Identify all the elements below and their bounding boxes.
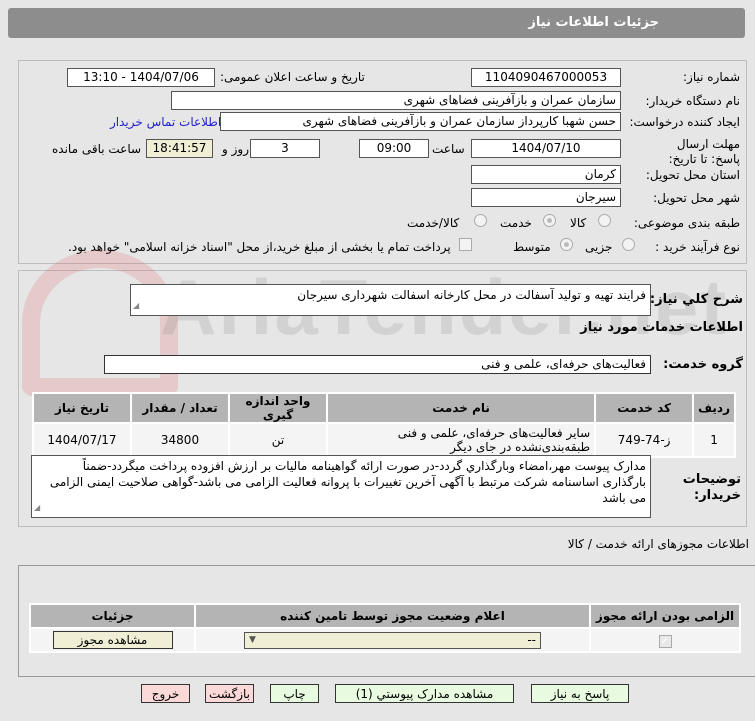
notes-textarea[interactable]: مدارک پیوست مهر،امضاء وبارگذاري گردد-در …: [31, 455, 651, 518]
mandatory-cell: ✓: [591, 629, 739, 651]
permit-status-select[interactable]: -- ▼: [244, 631, 541, 649]
category-radio-goods[interactable]: [598, 214, 611, 227]
col-qty: تعداد / مقدار: [132, 394, 228, 422]
cell-qty: 34800: [132, 424, 228, 456]
print-button[interactable]: چاپ: [270, 684, 319, 703]
province-label: استان محل تحویل:: [645, 168, 740, 182]
deadline-label: مهلت ارسال پاسخ: تا تاریخ:: [668, 137, 740, 166]
treasury-payment-checkbox[interactable]: [459, 238, 472, 251]
process-option-minor: جزیی: [585, 240, 613, 254]
resize-grip-icon[interactable]: ◢: [34, 500, 40, 516]
time-label: ساعت: [432, 142, 465, 156]
col-code: کد خدمت: [596, 394, 693, 422]
cell-row: 1: [694, 424, 734, 456]
page-title: جزئیات اطلاعات نیاز: [528, 15, 659, 30]
buyer-field[interactable]: سازمان عمران و بازآفرینی فضاهای شهری: [171, 91, 621, 110]
summary-label: شرح کلي نياز:: [649, 292, 743, 307]
col-details: جزئیات: [31, 605, 194, 627]
watermark-logo-icon: [22, 250, 178, 396]
buyer-label: نام دستگاه خریدار:: [645, 94, 741, 108]
status-cell: -- ▼: [196, 629, 589, 651]
notes-text: مدارک پیوست مهر،امضاء وبارگذاري گردد-در …: [49, 459, 646, 505]
summary-text: فرایند تهیه و تولید آسفالت در محل کارخان…: [297, 288, 646, 302]
mandatory-checkbox[interactable]: ✓: [658, 634, 672, 648]
creator-label: ایجاد کننده درخواست:: [629, 115, 740, 129]
process-label: نوع فرآیند خرید :: [655, 240, 740, 254]
category-option-service: خدمت: [500, 216, 532, 230]
details-cell: مشاهده مجوز: [31, 629, 194, 651]
announce-label: تاریخ و ساعت اعلان عمومی:: [220, 70, 365, 84]
need-number-label: شماره نیاز:: [683, 70, 740, 84]
col-status: اعلام وضعیت مجوز توسط تامین کننده: [196, 605, 589, 627]
notes-label: توضیحات خریدار:: [682, 472, 741, 503]
permits-table: الزامی بودن ارائه مجوز اعلام وضعیت مجوز …: [29, 603, 741, 653]
view-permit-button[interactable]: مشاهده مجوز: [52, 631, 173, 649]
remaining-label: ساعت باقی مانده: [52, 142, 142, 156]
col-date: تاریخ نیاز: [34, 394, 130, 422]
service-group-field[interactable]: فعالیت‌های حرفه‌ای، علمی و فنی: [104, 355, 651, 374]
col-row: ردیف: [694, 394, 734, 422]
cell-unit: تن: [230, 424, 326, 456]
col-name: نام خدمت: [328, 394, 595, 422]
chevron-down-icon: ▼: [249, 635, 256, 645]
category-label: طبقه بندی موضوعی:: [633, 216, 740, 230]
cell-date: 1404/07/17: [34, 424, 130, 456]
table-header-row: ردیف کد خدمت نام خدمت واحد اندازه گیری ت…: [34, 394, 734, 422]
category-radio-service[interactable]: [543, 214, 556, 227]
city-field[interactable]: سیرجان: [471, 188, 621, 207]
col-mandatory: الزامی بودن ارائه مجوز: [591, 605, 739, 627]
reply-button[interactable]: پاسخ به نیاز: [531, 684, 629, 703]
services-title: اطلاعات خدمات مورد نیاز: [580, 320, 743, 335]
category-radio-both[interactable]: [474, 214, 487, 227]
remaining-time-field: 18:41:57: [146, 139, 213, 158]
services-table: ردیف کد خدمت نام خدمت واحد اندازه گیری ت…: [32, 392, 736, 458]
cell-code: ز-74-749: [596, 424, 693, 456]
summary-textarea[interactable]: فرایند تهیه و تولید آسفالت در محل کارخان…: [130, 284, 651, 316]
page: جزئیات اطلاعات نیاز شماره نیاز: 11040904…: [0, 0, 755, 721]
view-attachments-button[interactable]: مشاهده مدارک پیوستي (1): [335, 684, 514, 703]
deadline-date-field[interactable]: 1404/07/10: [471, 139, 621, 158]
exit-button[interactable]: خروج: [141, 684, 190, 703]
page-header: جزئیات اطلاعات نیاز: [8, 8, 745, 38]
permits-title: اطلاعات مجوزهای ارائه خدمت / کالا: [567, 537, 749, 551]
permits-header-row: الزامی بودن ارائه مجوز اعلام وضعیت مجوز …: [31, 605, 739, 627]
city-label: شهر محل تحویل:: [653, 191, 740, 205]
category-option-goods: کالا: [570, 216, 587, 230]
resize-grip-icon[interactable]: ◢: [133, 298, 139, 314]
process-option-medium: متوسط: [513, 240, 551, 254]
days-field[interactable]: 3: [250, 139, 320, 158]
permit-status-value: --: [527, 633, 536, 647]
province-field[interactable]: کرمان: [471, 165, 621, 184]
deadline-time-field[interactable]: 09:00: [359, 139, 429, 158]
cell-name: سایر فعالیت‌های حرفه‌ای، علمی و فنی طبقه…: [328, 424, 595, 456]
creator-field[interactable]: حسن شهبا کارپرداز سازمان عمران و بازآفری…: [220, 112, 621, 131]
payment-note: پرداخت تمام یا بخشی از مبلغ خرید،از محل …: [68, 240, 451, 254]
need-number-field[interactable]: 1104090467000053: [471, 68, 621, 87]
service-group-label: گروه خدمت:: [663, 357, 743, 372]
process-radio-medium[interactable]: [560, 238, 573, 251]
back-button[interactable]: بازگشت: [205, 684, 254, 703]
category-option-both: کالا/خدمت: [407, 216, 460, 230]
table-row: ✓ -- ▼ مشاهده مجوز: [31, 629, 739, 651]
col-unit: واحد اندازه گیری: [230, 394, 326, 422]
days-label: روز و: [222, 142, 249, 156]
table-row: 1 ز-74-749 سایر فعالیت‌های حرفه‌ای، علمی…: [34, 424, 734, 456]
process-radio-minor[interactable]: [622, 238, 635, 251]
announce-field[interactable]: 1404/07/06 - 13:10: [67, 68, 215, 87]
buyer-contact-link[interactable]: اطلاعات تماس خریدار: [110, 115, 221, 129]
